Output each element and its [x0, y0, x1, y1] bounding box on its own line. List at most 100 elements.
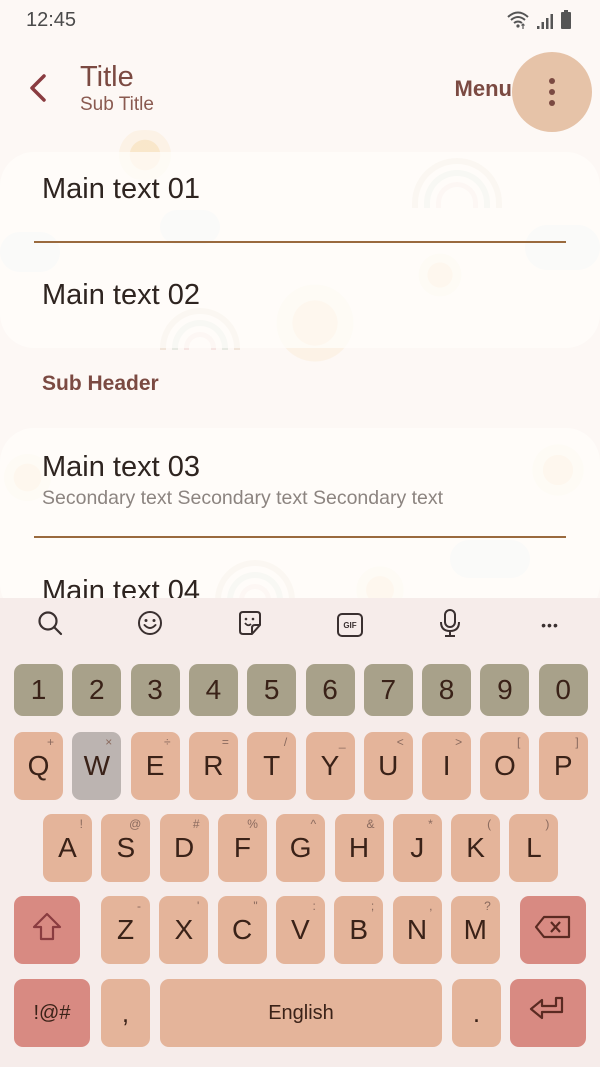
key-c[interactable]: " C	[217, 896, 267, 964]
key-label: M	[463, 914, 487, 945]
key-w[interactable]: × W	[72, 732, 122, 800]
key-g[interactable]: ^ G	[276, 814, 326, 882]
key-label: J	[410, 832, 425, 863]
key-label: P	[553, 750, 573, 781]
battery-icon	[560, 10, 572, 30]
key-k[interactable]: (K	[451, 814, 501, 882]
shift-key[interactable]	[14, 896, 80, 964]
keyboard-gif-button[interactable]: GIF	[330, 608, 370, 642]
key-6[interactable]: 6	[305, 664, 355, 716]
more-vertical-icon	[549, 78, 555, 106]
key-hint: (	[487, 817, 492, 831]
keyboard-emoji-button[interactable]	[130, 608, 170, 642]
keyboard-toolbar: GIF •••	[0, 598, 600, 652]
key-label: 3	[147, 674, 163, 705]
enter-key[interactable]	[510, 979, 586, 1047]
key-hint: !	[79, 817, 83, 831]
keyboard-sticker-button[interactable]	[230, 608, 270, 642]
key-e[interactable]: ÷ E	[130, 732, 180, 800]
key-u[interactable]: < U	[363, 732, 413, 800]
key-8[interactable]: 8	[422, 664, 472, 716]
key-hint: ×	[105, 735, 113, 749]
key-hint: %	[247, 817, 258, 831]
list-group-1: Main text 01 Main text 02	[0, 152, 600, 348]
key-hint: "	[253, 899, 258, 913]
key-f[interactable]: % F	[217, 814, 267, 882]
sub-header: Sub Header	[42, 372, 159, 395]
key-x[interactable]: ' X	[159, 896, 209, 964]
menu-button[interactable]: Menu	[455, 76, 512, 102]
wifi-icon	[506, 10, 530, 30]
key-t[interactable]: / T	[247, 732, 297, 800]
key-label: 9	[497, 674, 513, 705]
key-j[interactable]: * J	[392, 814, 442, 882]
key-label: T	[263, 750, 281, 781]
key-hint: ÷	[164, 735, 171, 749]
period-key[interactable]: .	[452, 979, 501, 1047]
enter-icon	[528, 995, 568, 1032]
key-hint: ?	[484, 899, 491, 913]
key-hint: ]	[575, 735, 579, 749]
keyboard-more-button[interactable]: •••	[530, 608, 570, 642]
key-label: H	[348, 832, 370, 863]
key-label: 8	[438, 674, 455, 705]
key-4[interactable]: 4	[188, 664, 238, 716]
key-label: U	[378, 750, 399, 781]
page-subtitle: Sub Title	[80, 94, 154, 115]
key-7[interactable]: 7	[363, 664, 413, 716]
key-n[interactable]: ,N	[392, 896, 442, 964]
status-icons	[506, 10, 572, 30]
key-r[interactable]: = R	[188, 732, 238, 800]
key-label: F	[233, 832, 251, 863]
key-1[interactable]: 1	[14, 664, 63, 716]
back-button[interactable]	[22, 70, 54, 110]
key-z[interactable]: -Z	[101, 896, 150, 964]
key-3[interactable]: 3	[130, 664, 180, 716]
key-label: Y	[320, 750, 340, 781]
key-label: 0	[555, 674, 571, 705]
list-item[interactable]: Main text 02	[42, 278, 566, 312]
symbols-key[interactable]: !@#	[14, 979, 90, 1047]
key-q[interactable]: + Q	[14, 732, 63, 800]
key-9[interactable]: 9	[480, 664, 530, 716]
comma-key[interactable]: ,	[101, 979, 150, 1047]
key-y[interactable]: _ Y	[305, 732, 355, 800]
key-p[interactable]: ] P	[538, 732, 588, 800]
key-o[interactable]: [O	[480, 732, 530, 800]
key-label: V	[291, 914, 310, 945]
key-label: R	[203, 750, 224, 781]
key-label: 6	[322, 674, 338, 705]
key-label: W	[83, 750, 111, 781]
key-s[interactable]: @ S	[101, 814, 151, 882]
key-label: Q	[27, 750, 50, 781]
keyboard-search-button[interactable]	[30, 608, 70, 642]
key-m[interactable]: ? M	[450, 896, 500, 964]
key-label: 7	[380, 674, 397, 705]
key-i[interactable]: > I	[422, 732, 472, 800]
key-label: O	[494, 750, 516, 781]
key-hint: &	[366, 817, 375, 831]
more-options-button[interactable]	[512, 52, 592, 132]
key-v[interactable]: :V	[275, 896, 325, 964]
list-item[interactable]: Main text 01	[42, 172, 566, 206]
space-key[interactable]: English	[160, 979, 442, 1047]
key-b[interactable]: ; B	[334, 896, 384, 964]
key-h[interactable]: & H	[334, 814, 384, 882]
key-5[interactable]: 5	[247, 664, 297, 716]
list-group-2: Main text 03 Secondary text Secondary te…	[0, 428, 600, 618]
key-label: 4	[205, 674, 222, 705]
list-item-main-text: Main text 01	[42, 173, 200, 205]
key-d[interactable]: # D	[159, 814, 209, 882]
list-item-secondary-text: Secondary text Secondary text Secondary …	[42, 487, 444, 509]
key-label: N	[406, 914, 428, 945]
key-0[interactable]: 0	[538, 664, 588, 716]
list-item[interactable]: Main text 03 Secondary text Secondary te…	[42, 450, 566, 510]
key-hint: :	[312, 899, 316, 913]
list-item-main-text: Main text 02	[42, 279, 200, 311]
key-2[interactable]: 2	[72, 664, 122, 716]
backspace-icon	[534, 914, 572, 946]
key-l[interactable]: ) L	[509, 814, 559, 882]
backspace-key[interactable]	[520, 896, 586, 964]
keyboard-voice-button[interactable]	[430, 608, 470, 642]
key-a[interactable]: ! A	[43, 814, 92, 882]
